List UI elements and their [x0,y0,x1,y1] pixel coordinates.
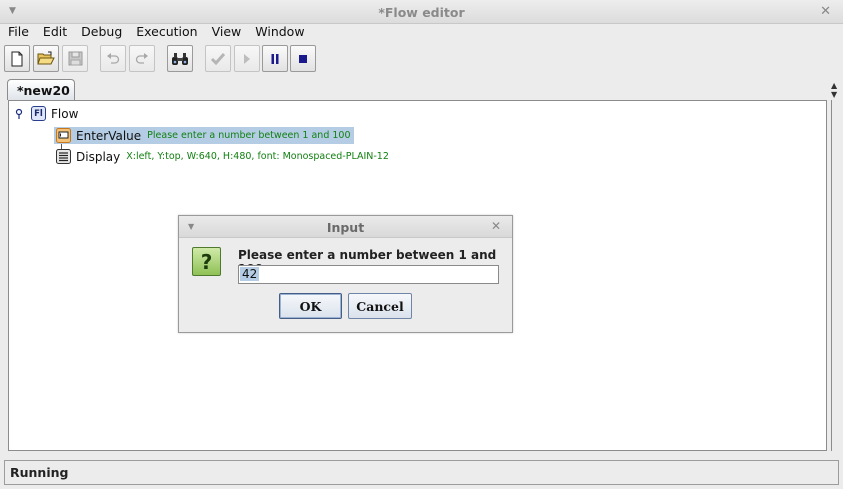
question-icon: ? [192,247,221,276]
check-icon [210,52,226,65]
menu-execution[interactable]: Execution [129,24,204,42]
undo-button[interactable] [100,45,126,72]
tree-expand-handle-icon[interactable] [15,108,23,120]
new-button[interactable] [4,45,30,72]
cancel-button[interactable]: Cancel [348,293,412,319]
pause-button[interactable] [262,45,288,72]
run-icon [244,53,250,64]
open-folder-icon [37,51,55,65]
entervalue-label: EnterValue [76,128,142,143]
ok-button[interactable]: OK [279,293,342,319]
menu-bar: File Edit Debug Execution View Window [0,24,843,42]
stop-button[interactable] [290,45,316,72]
input-dialog: ▼ Input ✕ ? Please enter a number betwee… [178,215,513,333]
number-input-value: 42 [240,267,260,281]
display-description: X:left, Y:top, W:640, H:480, font: Monos… [126,151,389,162]
tree-root-flow[interactable]: Fl Flow [15,106,78,121]
tree-node-entervalue[interactable]: EnterValue Please enter a number between… [54,127,354,144]
menu-debug[interactable]: Debug [74,24,129,42]
redo-button[interactable] [129,45,155,72]
side-panel-edge [831,100,837,451]
display-node-icon [56,149,71,164]
save-icon [68,51,82,66]
number-input-field[interactable]: 42 [238,265,499,284]
undo-icon [107,52,120,64]
stop-icon [299,54,307,63]
flow-icon: Fl [31,106,46,121]
run-button[interactable] [234,45,260,72]
display-label: Display [76,149,121,164]
tab-scroll-arrows-icon[interactable]: ▲ ▼ [831,81,839,99]
window-title: *Flow editor [378,5,465,20]
entervalue-description: Please enter a number between 1 and 100 [147,130,351,141]
find-button[interactable] [167,45,193,72]
save-button[interactable] [62,45,88,72]
title-bar: ▼ *Flow editor ✕ [0,0,843,24]
new-document-icon [11,51,23,66]
verify-button[interactable] [205,45,231,72]
menu-file[interactable]: File [0,24,36,42]
window-close-icon[interactable]: ✕ [820,4,831,19]
open-button[interactable] [33,45,59,72]
status-bar: Running [4,460,839,485]
menu-view[interactable]: View [205,24,249,42]
dialog-close-icon[interactable]: ✕ [491,219,501,233]
input-node-icon [56,128,71,143]
menu-edit[interactable]: Edit [36,24,74,42]
dialog-title: Input [326,220,365,235]
menu-window[interactable]: Window [248,24,311,42]
tree-node-display[interactable]: Display X:left, Y:top, W:640, H:480, fon… [56,149,389,164]
find-binoculars-icon [172,52,188,65]
tree-root-label: Flow [51,106,79,121]
dialog-title-bar: ▼ Input ✕ [179,216,512,238]
pause-icon [271,53,279,64]
tab-new20[interactable]: *new20 [7,79,75,100]
selection-highlight: EnterValue Please enter a number between… [54,127,354,144]
redo-icon [135,52,148,64]
